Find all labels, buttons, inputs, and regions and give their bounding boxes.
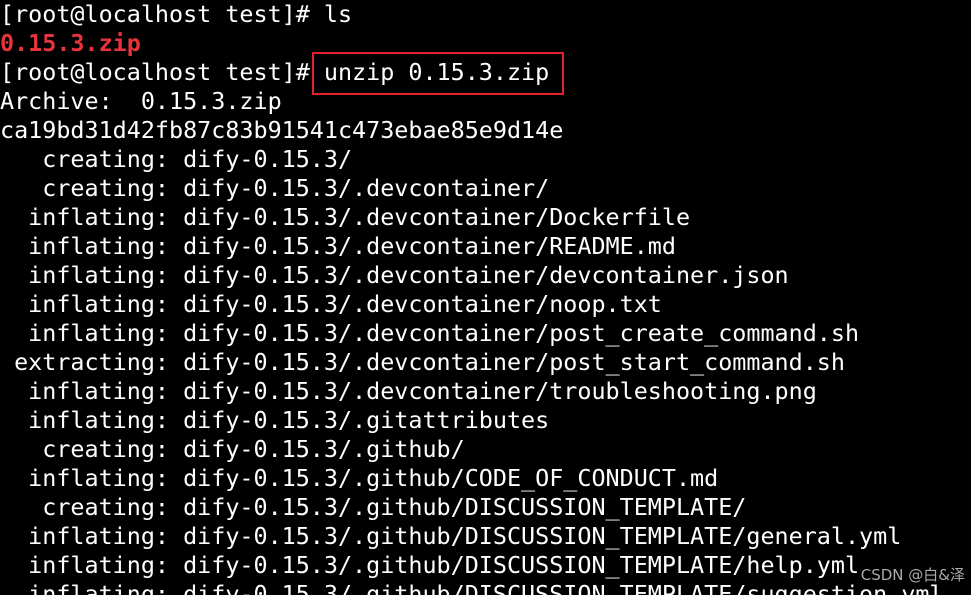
terminal-output-line: creating: dify-0.15.3/.devcontainer/ — [0, 174, 550, 202]
terminal-window[interactable]: [root@localhost test]# ls 0.15.3.zip [ro… — [0, 0, 971, 595]
terminal-output-line: inflating: dify-0.15.3/.devcontainer/tro… — [0, 377, 817, 405]
terminal-output-line: inflating: dify-0.15.3/.devcontainer/dev… — [0, 261, 789, 289]
terminal-output-line: inflating: dify-0.15.3/.gitattributes — [0, 406, 550, 434]
terminal-output-line: inflating: dify-0.15.3/.github/DISCUSSIO… — [0, 580, 944, 595]
terminal-output-line: inflating: dify-0.15.3/.github/DISCUSSIO… — [0, 522, 902, 550]
command-highlight-box — [312, 52, 564, 95]
terminal-output-line: inflating: dify-0.15.3/.devcontainer/noo… — [0, 290, 662, 318]
terminal-line-zip-file: 0.15.3.zip — [0, 29, 141, 57]
terminal-line-prompt-ls: [root@localhost test]# ls — [0, 0, 353, 28]
terminal-output-line: inflating: dify-0.15.3/.github/CODE_OF_C… — [0, 464, 719, 492]
terminal-output-line: inflating: dify-0.15.3/.devcontainer/Doc… — [0, 203, 691, 231]
terminal-output-line: inflating: dify-0.15.3/.devcontainer/pos… — [0, 319, 860, 347]
terminal-output-line: inflating: dify-0.15.3/.devcontainer/REA… — [0, 232, 676, 260]
terminal-output-line: creating: dify-0.15.3/ — [0, 145, 353, 173]
terminal-output-line: extracting: dify-0.15.3/.devcontainer/po… — [0, 348, 845, 376]
csdn-watermark: CSDN @白&泽 — [860, 566, 965, 584]
terminal-output-line: inflating: dify-0.15.3/.github/DISCUSSIO… — [0, 551, 860, 579]
terminal-output-line: creating: dify-0.15.3/.github/DISCUSSION… — [0, 493, 747, 521]
terminal-line-hash: ca19bd31d42fb87c83b91541c473ebae85e9d14e — [0, 116, 564, 144]
terminal-output-line: creating: dify-0.15.3/.github/ — [0, 435, 465, 463]
terminal-line-archive: Archive: 0.15.3.zip — [0, 87, 282, 115]
